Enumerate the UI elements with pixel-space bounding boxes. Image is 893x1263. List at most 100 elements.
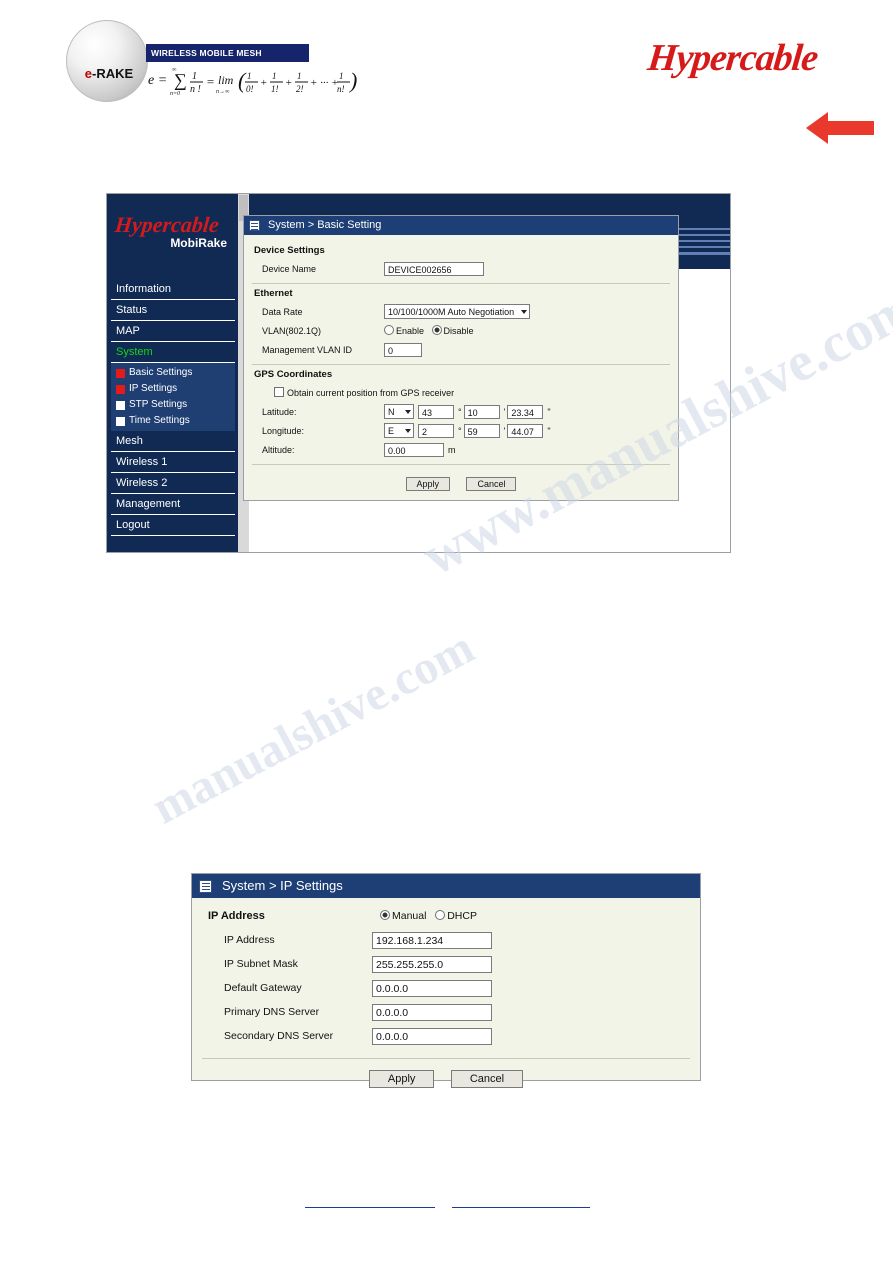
- svg-text:+: +: [260, 77, 267, 89]
- secondary-dns-input[interactable]: 0.0.0.0: [372, 1027, 492, 1045]
- svg-text:n!: n!: [337, 84, 345, 94]
- cancel-button[interactable]: Cancel: [450, 1070, 524, 1088]
- secondary-dns-label: Secondary DNS Server: [224, 1030, 334, 1042]
- mgmt-vlan-row: Management VLAN ID 0: [252, 340, 670, 359]
- sidebar-item-management[interactable]: Management: [111, 494, 235, 515]
- ip-mode-manual-radio[interactable]: [380, 910, 390, 920]
- apply-button[interactable]: Apply: [405, 477, 451, 491]
- ip-subnet-mask-row: IP Subnet Mask 255.255.255.0: [202, 952, 690, 976]
- default-gateway-input[interactable]: 0.0.0.0: [372, 979, 492, 997]
- secondary-dns-row: Secondary DNS Server 0.0.0.0: [202, 1024, 690, 1048]
- device-name-input[interactable]: DEVICE002656: [384, 261, 484, 276]
- longitude-seconds-input[interactable]: 44.07: [507, 423, 544, 438]
- sidebar-logo: Hypercable MobiRake: [113, 212, 233, 256]
- device-name-label: Device Name: [262, 263, 317, 274]
- gps-obtain-label: Obtain current position from GPS receive…: [287, 388, 455, 398]
- gps-obtain-row: Obtain current position from GPS receive…: [252, 383, 670, 402]
- latitude-degrees-input[interactable]: 43: [418, 404, 454, 419]
- sidebar-item-map[interactable]: MAP: [111, 321, 235, 342]
- svg-text:+ ··· +: + ··· +: [310, 77, 339, 89]
- sidebar-subitem-basic-settings[interactable]: Basic Settings: [111, 365, 235, 381]
- ip-address-row: IP Address 192.168.1.234: [202, 928, 690, 952]
- page-header: e-RAKE WIRELESS MOBILE MESH NETWORKS e =…: [0, 0, 893, 150]
- sidebar-subitem-stp-settings[interactable]: STP Settings: [111, 397, 235, 413]
- sidebar-item-wireless-2[interactable]: Wireless 2: [111, 473, 235, 494]
- gps-obtain-checkbox[interactable]: [274, 387, 284, 397]
- panel-menu-icon: [249, 220, 260, 231]
- second-symbol: ": [547, 406, 551, 417]
- mgmt-vlan-input[interactable]: 0: [384, 342, 422, 357]
- longitude-degrees-input[interactable]: 2: [418, 423, 454, 438]
- svg-text:=: =: [206, 74, 215, 89]
- svg-text:1!: 1!: [271, 84, 279, 94]
- svg-text:e =: e =: [148, 73, 167, 88]
- latitude-row: Latitude: N 43 ° 10 ' 23.34 ": [252, 402, 670, 421]
- bullet-white-icon: [116, 400, 125, 410]
- longitude-minutes-input[interactable]: 59: [463, 423, 500, 438]
- altitude-unit: m: [448, 444, 456, 455]
- sidebar-subitem-label: STP Settings: [129, 399, 188, 410]
- svg-text:1: 1: [192, 71, 197, 82]
- minute-symbol: ': [503, 425, 506, 436]
- bullet-white-icon: [116, 416, 125, 426]
- sidebar-item-mesh[interactable]: Mesh: [111, 431, 235, 452]
- svg-text:∑: ∑: [174, 70, 187, 90]
- device-name-row: Device Name DEVICE002656: [252, 259, 670, 278]
- sidebar-logo-product: MobiRake: [170, 236, 227, 250]
- ip-mode-dhcp-radio[interactable]: [435, 910, 446, 920]
- longitude-row: Longitude: E 2 ° 59 ' 44.07 ": [252, 421, 670, 440]
- sidebar-subitem-time-settings[interactable]: Time Settings: [111, 413, 235, 429]
- chevron-down-icon: [521, 310, 527, 314]
- sidebar-subitem-label: IP Settings: [129, 383, 178, 394]
- altitude-row: Altitude: 0.00 m: [252, 440, 670, 459]
- default-gateway-row: Default Gateway 0.0.0.0: [202, 976, 690, 1000]
- longitude-label: Longitude:: [262, 425, 305, 436]
- gps-obtain-check-wrap: Obtain current position from GPS receive…: [252, 387, 454, 398]
- latitude-seconds-input[interactable]: 23.34: [507, 404, 544, 419]
- watermark-line-2: manualshive.com: [143, 620, 483, 835]
- longitude-hemisphere-value: E: [388, 426, 395, 436]
- cancel-button[interactable]: Cancel: [466, 477, 517, 491]
- ip-panel-title-text: System > IP Settings: [222, 878, 343, 893]
- sidebar-logo-brand: Hypercable: [113, 212, 221, 237]
- svg-text:lim: lim: [218, 73, 234, 87]
- svg-text:1: 1: [339, 71, 344, 81]
- vlan-enable-radio[interactable]: [384, 325, 394, 335]
- ip-subnet-mask-input[interactable]: 255.255.255.0: [372, 955, 492, 973]
- vlan-disable-radio[interactable]: [431, 325, 442, 335]
- mgmt-vlan-label: Management VLAN ID: [262, 344, 353, 355]
- latitude-hemisphere-select[interactable]: N: [384, 404, 414, 419]
- vlan-row: VLAN(802.1Q) Enable Disable: [252, 321, 670, 340]
- primary-dns-row: Primary DNS Server 0.0.0.0: [202, 1000, 690, 1024]
- erake-logo-text: e-RAKE: [84, 66, 134, 81]
- minute-symbol: ': [503, 406, 506, 417]
- sidebar-item-system[interactable]: System: [111, 342, 235, 363]
- ip-address-input[interactable]: 192.168.1.234: [372, 931, 492, 949]
- sidebar-submenu-system: Basic Settings IP Settings STP Settings: [111, 363, 235, 431]
- sidebar-subitem-ip-settings[interactable]: IP Settings: [111, 381, 235, 397]
- ip-address-label: IP Address: [224, 934, 275, 946]
- primary-dns-input[interactable]: 0.0.0.0: [372, 1003, 492, 1021]
- erake-logo: e-RAKE: [66, 20, 148, 102]
- apply-button[interactable]: Apply: [368, 1070, 435, 1088]
- latitude-minutes-input[interactable]: 10: [463, 404, 500, 419]
- altitude-input[interactable]: 0.00: [384, 442, 444, 457]
- data-rate-label: Data Rate: [262, 306, 303, 317]
- ip-mode-dhcp-label: DHCP: [447, 910, 477, 922]
- data-rate-value: 10/100/1000M Auto Negotiation: [388, 307, 515, 317]
- sidebar-item-status[interactable]: Status: [111, 300, 235, 321]
- sidebar-item-logout[interactable]: Logout: [111, 515, 235, 536]
- erake-logo-sphere: [66, 20, 148, 102]
- data-rate-select[interactable]: 10/100/1000M Auto Negotiation: [384, 304, 530, 319]
- vlan-radio-group: Enable Disable: [384, 325, 474, 336]
- ip-subnet-mask-label: IP Subnet Mask: [224, 958, 298, 970]
- degree-symbol: °: [458, 425, 462, 436]
- longitude-hemisphere-select[interactable]: E: [384, 423, 414, 438]
- red-back-arrow-icon: [806, 108, 874, 148]
- hypercable-logo: Hypercable: [645, 37, 820, 79]
- vlan-disable-label: Disable: [443, 326, 474, 336]
- sidebar-item-wireless-1[interactable]: Wireless 1: [111, 452, 235, 473]
- ip-panel-body: IP Address Manual DHCP IP Address 192.16…: [192, 898, 700, 1098]
- sidebar-menu: Information Status MAP System Basic Sett…: [111, 279, 235, 536]
- sidebar-item-information[interactable]: Information: [111, 279, 235, 300]
